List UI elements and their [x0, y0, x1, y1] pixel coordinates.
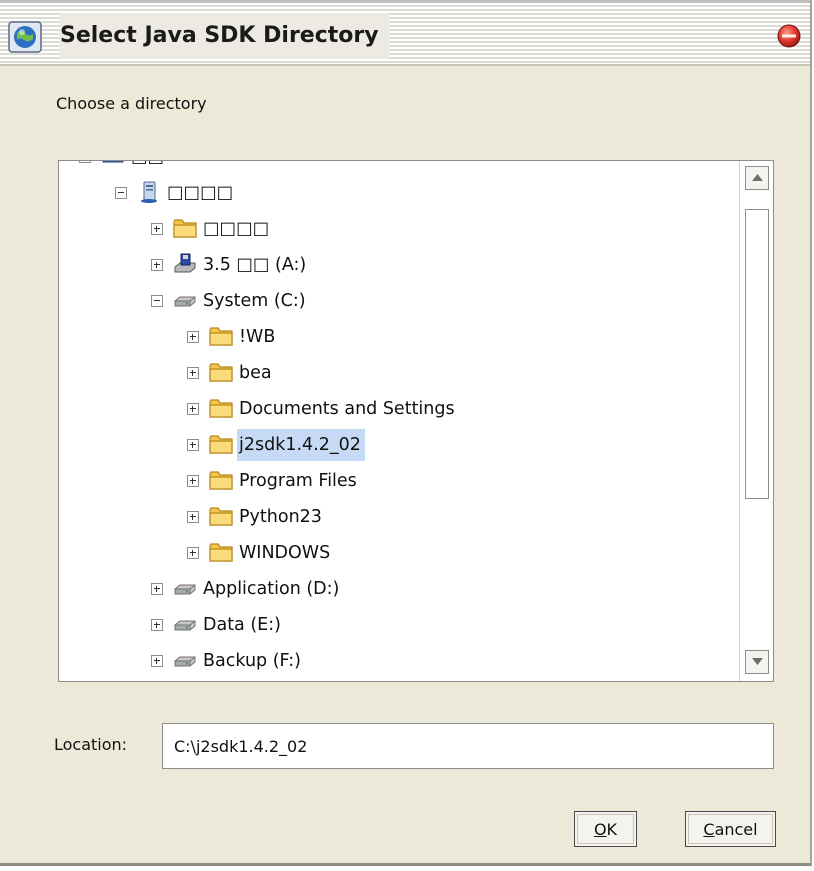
- folder-icon: [209, 361, 233, 383]
- tree-item-label[interactable]: 3.5 □□ (A:): [201, 249, 310, 281]
- tree-item[interactable]: □□□□: [59, 177, 739, 209]
- hard-drive-icon: [173, 613, 197, 635]
- ok-mnemonic: O: [593, 819, 607, 839]
- expand-toggle-plus-icon[interactable]: [151, 259, 163, 271]
- close-icon[interactable]: [776, 23, 802, 49]
- collapse-toggle-minus-icon[interactable]: [151, 295, 163, 307]
- tree-item-label[interactable]: WINDOWS: [237, 537, 334, 569]
- tree-item[interactable]: Python23: [59, 501, 739, 533]
- directory-tree-panel: □□□□□□□□□□3.5 □□ (A:)System (C:)!WBbeaDo…: [58, 160, 774, 682]
- hard-drive-icon: [173, 577, 197, 599]
- tree-item[interactable]: □□□□: [59, 213, 739, 245]
- tree-item[interactable]: □□: [59, 161, 739, 173]
- window-title: Select Java SDK Directory: [60, 13, 389, 59]
- ok-button[interactable]: OK: [574, 811, 637, 847]
- expand-toggle-plus-icon[interactable]: [187, 547, 199, 559]
- cancel-label-rest: ancel: [714, 819, 758, 839]
- arrow-up-icon: [752, 174, 763, 181]
- prompt-label: Choose a directory: [56, 94, 207, 113]
- arrow-down-icon: [752, 658, 763, 665]
- tree-item[interactable]: bea: [59, 357, 739, 389]
- expand-toggle-plus-icon[interactable]: [187, 367, 199, 379]
- desktop-icon: [101, 161, 125, 167]
- expand-toggle-plus-icon[interactable]: [187, 439, 199, 451]
- expand-toggle-plus-icon[interactable]: [151, 583, 163, 595]
- tree-item-label[interactable]: Python23: [237, 501, 326, 533]
- tree-item-label[interactable]: □□□□: [201, 213, 273, 245]
- expand-toggle-plus-icon[interactable]: [187, 403, 199, 415]
- folder-icon: [209, 505, 233, 527]
- tree-item[interactable]: Program Files: [59, 465, 739, 497]
- collapse-toggle-minus-icon[interactable]: [115, 187, 127, 199]
- ok-label-rest: K: [606, 819, 618, 839]
- tree-item-label[interactable]: System (C:): [201, 285, 310, 317]
- tree-item[interactable]: 3.5 □□ (A:): [59, 249, 739, 281]
- floppy-drive-icon: [173, 253, 197, 275]
- vertical-scrollbar[interactable]: [739, 161, 773, 681]
- expand-toggle-plus-icon[interactable]: [187, 511, 199, 523]
- hard-drive-icon: [173, 649, 197, 671]
- expand-toggle-plus-icon[interactable]: [151, 655, 163, 667]
- tree-item[interactable]: Backup (F:): [59, 645, 739, 677]
- scroll-thumb[interactable]: [745, 209, 769, 499]
- folder-icon: [209, 397, 233, 419]
- tree-item-label[interactable]: !WB: [237, 321, 279, 353]
- location-label: Location:: [54, 735, 128, 754]
- scroll-down-button[interactable]: [745, 650, 769, 674]
- cancel-button[interactable]: Cancel: [685, 811, 776, 847]
- tree-item[interactable]: System (C:): [59, 285, 739, 317]
- tree-item-label[interactable]: □□: [129, 161, 168, 173]
- computer-icon: [137, 181, 161, 203]
- directory-tree[interactable]: □□□□□□□□□□3.5 □□ (A:)System (C:)!WBbeaDo…: [59, 161, 739, 681]
- tree-item[interactable]: Data (E:): [59, 609, 739, 641]
- tree-item-label[interactable]: bea: [237, 357, 276, 389]
- hard-drive-icon: [173, 289, 197, 311]
- tree-item-label[interactable]: □□□□: [165, 177, 237, 209]
- globe-java-icon: [8, 21, 42, 53]
- expand-toggle-plus-icon[interactable]: [151, 619, 163, 631]
- title-bar[interactable]: Select Java SDK Directory: [0, 0, 810, 66]
- tree-item[interactable]: !WB: [59, 321, 739, 353]
- expand-toggle-plus-icon[interactable]: [187, 475, 199, 487]
- location-field[interactable]: [162, 723, 774, 769]
- select-sdk-dialog: Select Java SDK Directory Choose a direc…: [0, 0, 812, 866]
- folder-icon: [209, 469, 233, 491]
- tree-item[interactable]: j2sdk1.4.2_02: [59, 429, 739, 461]
- tree-item[interactable]: Application (D:): [59, 573, 739, 605]
- tree-item-label[interactable]: Documents and Settings: [237, 393, 459, 425]
- scroll-up-button[interactable]: [745, 166, 769, 190]
- tree-item-label[interactable]: Application (D:): [201, 573, 343, 605]
- cancel-mnemonic: C: [703, 819, 715, 839]
- tree-item[interactable]: WINDOWS: [59, 537, 739, 569]
- tree-item-label[interactable]: Program Files: [237, 465, 361, 497]
- tree-item-label[interactable]: Backup (F:): [201, 645, 305, 677]
- folder-icon: [209, 325, 233, 347]
- tree-item-label-selected[interactable]: j2sdk1.4.2_02: [237, 429, 365, 461]
- folder-icon: [209, 541, 233, 563]
- expand-toggle-plus-icon[interactable]: [151, 223, 163, 235]
- tree-item[interactable]: Documents and Settings: [59, 393, 739, 425]
- folder-icon: [209, 433, 233, 455]
- tree-item-label[interactable]: Data (E:): [201, 609, 285, 641]
- expand-toggle-plus-icon[interactable]: [187, 331, 199, 343]
- folder-icon: [173, 217, 197, 239]
- expand-toggle-plus-icon[interactable]: [79, 161, 91, 163]
